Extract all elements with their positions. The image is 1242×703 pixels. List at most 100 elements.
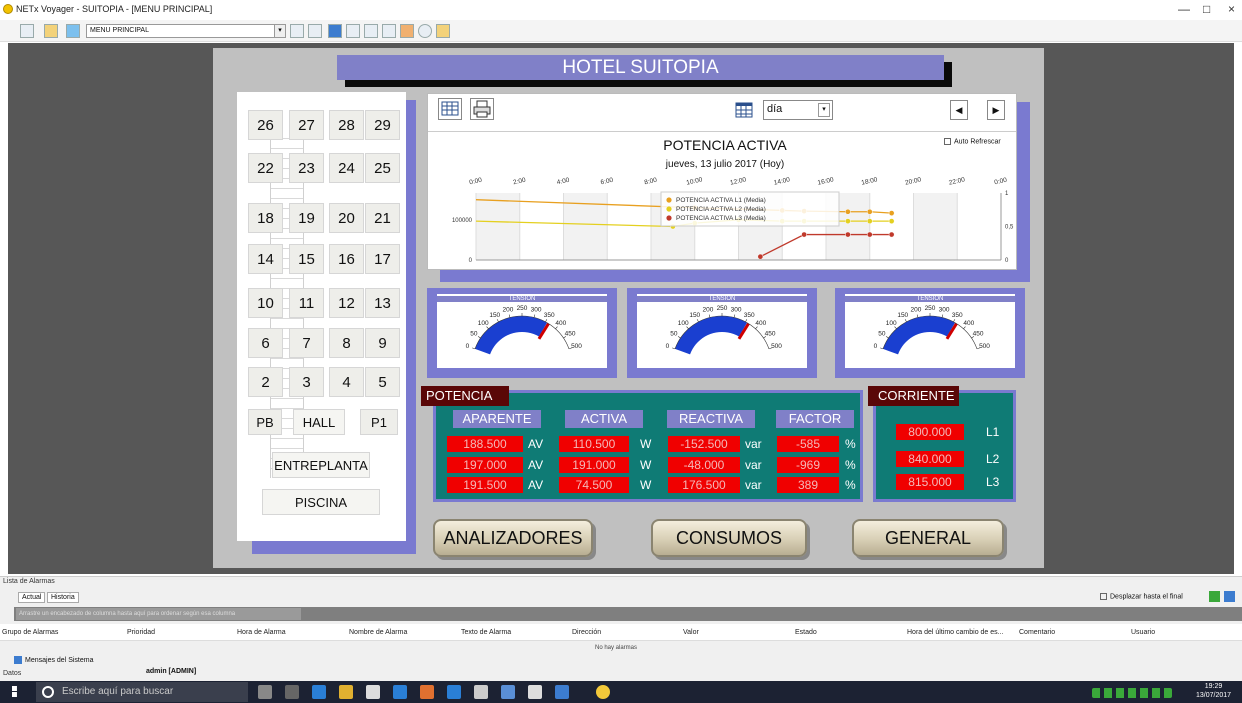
- settings-icon[interactable]: [418, 24, 432, 38]
- alarm-column-header[interactable]: Texto de Alarma: [461, 629, 511, 636]
- floor-button[interactable]: 19: [289, 203, 324, 233]
- floor-button[interactable]: 25: [365, 153, 400, 183]
- alarm-column-header[interactable]: Estado: [795, 629, 817, 636]
- floor-button[interactable]: 5: [365, 367, 400, 397]
- menu-select[interactable]: MENU PRINCIPAL ▾: [86, 24, 286, 38]
- checkbox-icon[interactable]: [944, 138, 951, 145]
- floor-button[interactable]: 28: [329, 110, 364, 140]
- tab-historia[interactable]: Historia: [47, 592, 79, 603]
- close-button[interactable]: ×: [1228, 2, 1235, 16]
- floor-button[interactable]: 11: [289, 288, 324, 318]
- table-icon[interactable]: [346, 24, 360, 38]
- alarm-column-header[interactable]: Nombre de Alarma: [349, 629, 407, 636]
- floor-button[interactable]: 16: [329, 244, 364, 274]
- next-button[interactable]: ▶: [987, 100, 1005, 120]
- calendar-icon[interactable]: [733, 100, 755, 120]
- floor-button[interactable]: 20: [329, 203, 364, 233]
- floor-button[interactable]: 27: [289, 110, 324, 140]
- previous-button[interactable]: ◀: [950, 100, 968, 120]
- alarm-column-header[interactable]: Prioridad: [127, 629, 155, 636]
- list-icon[interactable]: [328, 24, 342, 38]
- app-icon-messages[interactable]: [528, 685, 542, 699]
- floor-button[interactable]: 26: [248, 110, 283, 140]
- floor-button[interactable]: 9: [365, 328, 400, 358]
- microphone-icon[interactable]: [258, 685, 272, 699]
- copy-icon[interactable]: [308, 24, 322, 38]
- datos-status: Datos: [3, 670, 22, 677]
- floor-button[interactable]: 8: [329, 328, 364, 358]
- alarm-column-header[interactable]: Dirección: [572, 629, 601, 636]
- floor-button[interactable]: 22: [248, 153, 283, 183]
- scroll-to-end-checkbox[interactable]: Desplazar hasta el final: [1100, 593, 1183, 600]
- floor-button[interactable]: 6: [248, 328, 283, 358]
- alarm-column-header[interactable]: Grupo de Alarmas: [2, 629, 58, 636]
- app-icon-ball[interactable]: [474, 685, 488, 699]
- floor-button-entreplanta[interactable]: ENTREPLANTA: [272, 452, 370, 478]
- task-view-icon[interactable]: [285, 685, 299, 699]
- floor-button-hall[interactable]: HALL: [293, 409, 345, 435]
- floor-button-piscina[interactable]: PISCINA: [262, 489, 380, 515]
- app-icon-blue[interactable]: [555, 685, 569, 699]
- app-icon-people[interactable]: [501, 685, 515, 699]
- floor-button[interactable]: 12: [329, 288, 364, 318]
- tab-actual[interactable]: Actual: [18, 592, 46, 603]
- filter-icon[interactable]: [1224, 591, 1235, 602]
- period-select[interactable]: día ▾: [763, 100, 833, 120]
- store-icon[interactable]: [366, 685, 380, 699]
- maximize-button[interactable]: □: [1203, 2, 1210, 16]
- alarm-column-header[interactable]: Valor: [683, 629, 699, 636]
- floor-button[interactable]: 24: [329, 153, 364, 183]
- taskbar-search[interactable]: Escribe aquí para buscar: [36, 682, 248, 702]
- floor-button[interactable]: 10: [248, 288, 283, 318]
- edge-icon[interactable]: [312, 685, 326, 699]
- floor-button[interactable]: 3: [289, 367, 324, 397]
- analizadores-button[interactable]: ANALIZADORES: [433, 519, 593, 557]
- gauge-tick: [745, 319, 748, 322]
- app-icon-orange[interactable]: [420, 685, 434, 699]
- floor-button-pb[interactable]: PB: [248, 409, 282, 435]
- floor-button[interactable]: 4: [329, 367, 364, 397]
- print-icon[interactable]: [470, 98, 494, 120]
- floor-button[interactable]: 23: [289, 153, 324, 183]
- floor-button[interactable]: 2: [248, 367, 283, 397]
- page-icon[interactable]: [290, 24, 304, 38]
- floor-button-p1[interactable]: P1: [360, 409, 398, 435]
- system-tray-icons[interactable]: [1092, 688, 1172, 698]
- floor-button[interactable]: 7: [289, 328, 324, 358]
- potencia-unit: var: [745, 458, 762, 472]
- series-point: [888, 210, 895, 216]
- home-icon[interactable]: [66, 24, 80, 38]
- general-button[interactable]: GENERAL: [852, 519, 1004, 557]
- check-icon[interactable]: [1209, 591, 1220, 602]
- folder-icon[interactable]: [44, 24, 58, 38]
- alarm-column-header[interactable]: Hora de Alarma: [237, 629, 286, 636]
- floor-button[interactable]: 15: [289, 244, 324, 274]
- chevron-down-icon[interactable]: ▾: [274, 24, 286, 38]
- alarm-column-header[interactable]: Comentario: [1019, 629, 1055, 636]
- consumos-button[interactable]: CONSUMOS: [651, 519, 807, 557]
- ie-icon[interactable]: [447, 685, 461, 699]
- back-icon[interactable]: [20, 24, 34, 38]
- floor-button[interactable]: 13: [365, 288, 400, 318]
- user-group-icon[interactable]: [400, 24, 414, 38]
- mail-icon[interactable]: [393, 685, 407, 699]
- user-icon[interactable]: [436, 24, 450, 38]
- floor-button[interactable]: 18: [248, 203, 283, 233]
- chart-icon[interactable]: [364, 24, 378, 38]
- chevron-down-icon[interactable]: ▾: [818, 103, 830, 117]
- netx-voyager-icon[interactable]: [596, 685, 610, 699]
- table-view-icon[interactable]: [438, 98, 462, 120]
- alarm-column-header[interactable]: Hora del último cambio de es...: [907, 629, 1004, 636]
- floor-button[interactable]: 21: [365, 203, 400, 233]
- file-explorer-icon[interactable]: [339, 685, 353, 699]
- floor-button[interactable]: 29: [365, 110, 400, 140]
- minimize-button[interactable]: —: [1178, 2, 1190, 16]
- auto-refresh-checkbox[interactable]: Auto Refrescar: [944, 138, 1001, 145]
- floor-button[interactable]: 14: [248, 244, 283, 274]
- floor-button[interactable]: 17: [365, 244, 400, 274]
- edit-icon[interactable]: [382, 24, 396, 38]
- alarm-column-header[interactable]: Usuario: [1131, 629, 1155, 636]
- taskbar-clock[interactable]: 19:29 13/07/2017: [1196, 682, 1231, 700]
- system-messages-tab[interactable]: Mensajes del Sistema: [14, 656, 93, 664]
- checkbox-icon[interactable]: [1100, 593, 1107, 600]
